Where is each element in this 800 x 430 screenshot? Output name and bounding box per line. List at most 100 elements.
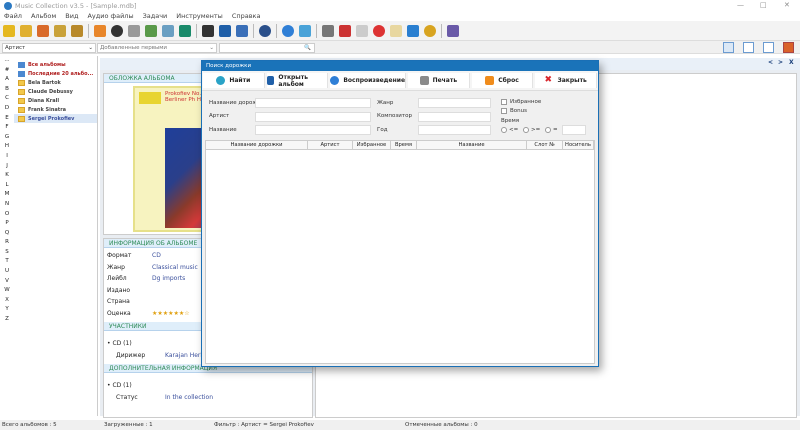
close-button[interactable]: ✕ bbox=[784, 1, 790, 9]
view-list-button[interactable] bbox=[743, 42, 754, 53]
bonus-checkbox[interactable] bbox=[501, 108, 507, 114]
column-header[interactable]: Время bbox=[391, 141, 417, 150]
letter-0[interactable]: ... bbox=[4, 56, 9, 66]
letter-12[interactable]: K bbox=[5, 171, 9, 181]
plugin-icon[interactable] bbox=[424, 24, 436, 37]
edit-album-icon[interactable] bbox=[20, 24, 32, 37]
reset-button[interactable]: Сброс bbox=[471, 73, 534, 88]
tree-item[interactable]: Bela Bartok bbox=[14, 78, 97, 87]
column-header[interactable]: Носитель bbox=[563, 141, 594, 150]
letter-21[interactable]: T bbox=[5, 257, 8, 267]
column-header[interactable]: Избранное bbox=[353, 141, 391, 150]
box-icon[interactable] bbox=[390, 24, 402, 37]
exit-icon[interactable] bbox=[447, 24, 459, 37]
minimize-button[interactable]: — bbox=[737, 1, 744, 9]
letter-13[interactable]: L bbox=[5, 181, 8, 191]
letter-16[interactable]: O bbox=[5, 210, 9, 220]
letter-20[interactable]: S bbox=[5, 248, 9, 258]
new-list-icon[interactable] bbox=[179, 24, 191, 37]
tree-item[interactable]: Sergei Prokofiev bbox=[14, 114, 97, 123]
info-value[interactable]: Classical music bbox=[152, 264, 198, 271]
frame-search-icon[interactable] bbox=[236, 24, 248, 37]
search-album-icon[interactable] bbox=[71, 24, 83, 37]
track-name-input[interactable] bbox=[255, 98, 371, 108]
favorite-checkbox[interactable] bbox=[501, 99, 507, 105]
lte-radio[interactable] bbox=[501, 127, 507, 133]
letter-6[interactable]: E bbox=[5, 114, 8, 124]
letter-19[interactable]: R bbox=[5, 238, 9, 248]
letter-18[interactable]: Q bbox=[5, 229, 9, 239]
letter-15[interactable]: N bbox=[5, 200, 9, 210]
lookup-icon[interactable] bbox=[145, 24, 157, 37]
column-header[interactable]: Слот № bbox=[527, 141, 563, 150]
letter-23[interactable]: V bbox=[5, 277, 9, 287]
letter-11[interactable]: J bbox=[6, 162, 8, 172]
eject-icon[interactable] bbox=[94, 24, 106, 37]
play-button[interactable]: Воспроизведение bbox=[330, 73, 407, 88]
user-icon[interactable] bbox=[407, 24, 419, 37]
letter-26[interactable]: Y bbox=[5, 305, 8, 315]
disc-icon[interactable] bbox=[111, 24, 123, 37]
remove-icon[interactable] bbox=[202, 24, 214, 37]
find-button[interactable]: Найти bbox=[203, 73, 265, 88]
web-icon[interactable] bbox=[162, 24, 174, 37]
column-header[interactable]: Название дорожки bbox=[206, 141, 308, 150]
open-album-button[interactable]: Открыть альбом bbox=[266, 73, 329, 88]
letter-3[interactable]: B bbox=[5, 85, 9, 95]
letter-25[interactable]: X bbox=[5, 296, 9, 306]
genre-input[interactable] bbox=[418, 98, 491, 108]
copy-album-icon[interactable] bbox=[54, 24, 66, 37]
composer-input[interactable] bbox=[418, 112, 491, 122]
calendar-icon[interactable] bbox=[339, 24, 351, 37]
next-button[interactable]: > bbox=[778, 59, 783, 66]
letter-5[interactable]: D bbox=[5, 104, 9, 114]
column-header[interactable]: Артист bbox=[308, 141, 353, 150]
letter-9[interactable]: H bbox=[5, 142, 9, 152]
conductor-link[interactable]: Karajan Herb bbox=[165, 352, 204, 359]
track-search-icon[interactable] bbox=[259, 24, 271, 37]
close-dialog-button[interactable]: ✖ Закрыть bbox=[535, 73, 597, 88]
tree-item[interactable]: Diana Krall bbox=[14, 96, 97, 105]
close-panel-button[interactable]: X bbox=[789, 59, 794, 66]
play-icon[interactable] bbox=[282, 24, 294, 37]
prev-button[interactable]: < bbox=[768, 59, 773, 66]
letter-2[interactable]: A bbox=[5, 75, 9, 85]
tree-item[interactable]: Claude Debussy bbox=[14, 87, 97, 96]
delete-album-icon[interactable] bbox=[37, 24, 49, 37]
view-grid-button[interactable] bbox=[763, 42, 774, 53]
artist-input[interactable] bbox=[255, 112, 371, 122]
print-button[interactable]: Печать bbox=[408, 73, 470, 88]
add-album-icon[interactable] bbox=[3, 24, 15, 37]
tree-item[interactable]: Все альбомы bbox=[14, 60, 97, 69]
column-header[interactable]: Название bbox=[417, 141, 527, 150]
tree-item[interactable]: Последние 20 альбо... bbox=[14, 69, 97, 78]
document-icon[interactable] bbox=[356, 24, 368, 37]
sort-select[interactable]: Добавленные первыми ⌄ bbox=[97, 43, 217, 53]
edit-icon[interactable] bbox=[219, 24, 231, 37]
title-input[interactable] bbox=[255, 125, 371, 135]
info-value[interactable]: Dg imports bbox=[152, 275, 185, 282]
gte-radio[interactable] bbox=[523, 127, 529, 133]
letter-4[interactable]: C bbox=[5, 94, 9, 104]
search-input[interactable]: 🔍 bbox=[219, 43, 315, 53]
eq-radio[interactable] bbox=[545, 127, 551, 133]
letter-17[interactable]: P bbox=[5, 219, 8, 229]
tree-item[interactable]: Frank Sinatra bbox=[14, 105, 97, 114]
letter-24[interactable]: W bbox=[4, 286, 9, 296]
year-input[interactable] bbox=[418, 125, 491, 135]
letter-10[interactable]: I bbox=[6, 152, 8, 162]
letter-1[interactable]: # bbox=[5, 66, 10, 76]
letter-14[interactable]: M bbox=[5, 190, 10, 200]
chart-icon[interactable] bbox=[373, 24, 385, 37]
letter-8[interactable]: G bbox=[5, 133, 9, 143]
download-icon[interactable] bbox=[128, 24, 140, 37]
time-input[interactable] bbox=[562, 125, 586, 135]
shuffle-icon[interactable] bbox=[299, 24, 311, 37]
field-select[interactable]: Артист ⌄ bbox=[2, 43, 96, 53]
view-details-button[interactable] bbox=[723, 42, 734, 53]
view-covers-button[interactable] bbox=[783, 42, 794, 53]
maximize-button[interactable]: □ bbox=[760, 1, 767, 9]
print-icon[interactable] bbox=[322, 24, 334, 37]
letter-27[interactable]: Z bbox=[5, 315, 9, 325]
letter-22[interactable]: U bbox=[5, 267, 9, 277]
